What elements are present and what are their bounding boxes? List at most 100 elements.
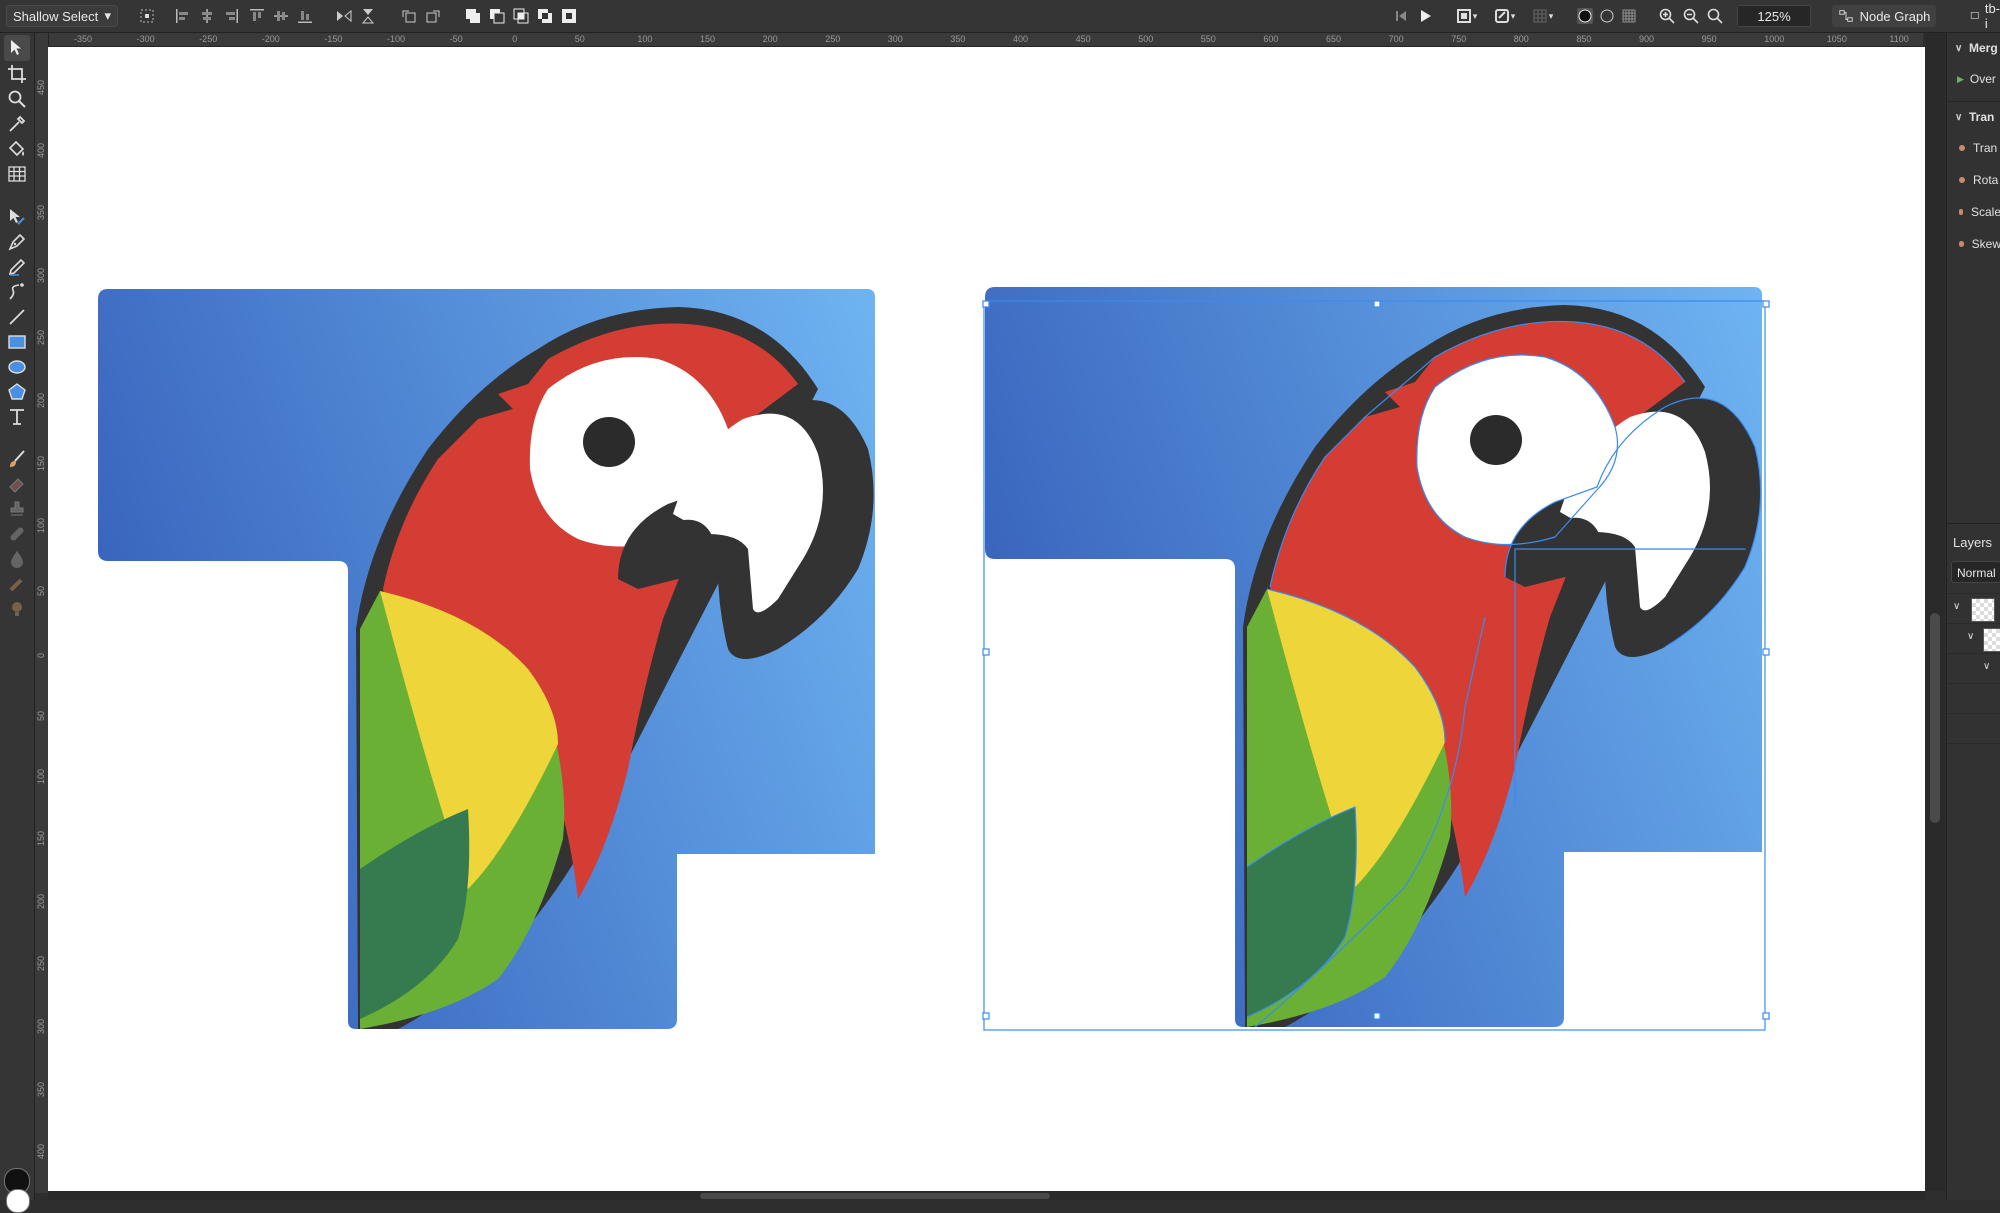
transform-item-skew[interactable]: Skew [1947,229,2000,259]
boolean-intersect-button[interactable] [510,5,532,27]
dodge-brush-tool[interactable] [4,596,30,622]
background-color-swatch[interactable] [6,1189,30,1213]
blur-brush-tool[interactable] [4,546,30,572]
rotate-right-button[interactable] [422,5,444,27]
smudge-brush-tool[interactable] [4,571,30,597]
zoom-tool[interactable] [4,86,30,112]
ruler-tick-label: 800 [1514,35,1529,44]
canvas[interactable] [48,47,1925,1191]
horizontal-ruler: -350-300-250-200-150-100-500501001502002… [48,33,1923,47]
table-tool[interactable] [4,161,30,187]
align-left-button[interactable] [172,5,194,27]
layer-row[interactable]: ∨ [1947,623,2000,654]
pencil-tool[interactable] [4,254,30,280]
ruler-tick-label: 0 [37,653,46,658]
ellipse-tool[interactable] [4,354,30,380]
view-mode-dropdown[interactable]: ▾ [1450,5,1482,27]
horizontal-scrollbar[interactable] [48,1191,1925,1200]
vertical-scrollbar[interactable] [1925,33,1945,1191]
display-pixel-button[interactable] [1618,5,1640,27]
align-bottom-icon [296,7,314,25]
tool-mode-dropdown[interactable]: Shallow Select ▾ [6,5,118,27]
ruler-tick-label: 350 [37,205,46,220]
transform-section-header[interactable]: ∨ Tran [1947,101,2000,132]
node-tool[interactable] [4,204,30,230]
zoom-in-button[interactable] [1656,5,1678,27]
bullet-icon [1959,145,1965,151]
healing-brush-tool[interactable] [4,521,30,547]
eraser-icon [7,474,27,494]
ruler-tick-label: -50 [450,35,463,44]
transform-item-rotate[interactable]: Rota [1947,165,2000,195]
node-arrow-icon [7,207,27,227]
paint-bucket-icon [7,139,27,159]
zoom-out-button[interactable] [1680,5,1702,27]
polygon-tool[interactable] [4,379,30,405]
skip-back-button[interactable] [1390,5,1412,27]
align-right-button[interactable] [220,5,242,27]
ruler-tick-label: 400 [37,143,46,158]
align-top-button[interactable] [246,5,268,27]
vector-brush-tool[interactable] [4,279,30,305]
align-bottom-button[interactable] [294,5,316,27]
rotate-left-icon [400,7,418,25]
parrot-logo-original[interactable] [98,289,875,1029]
table-icon [7,164,27,184]
boolean-subtract-icon [488,7,506,25]
align-center-button[interactable] [196,5,218,27]
flip-vertical-button[interactable] [357,5,379,27]
parrot-logo-selected[interactable] [984,287,1765,1030]
layer-row[interactable] [1947,683,2000,714]
transform-item-scale[interactable]: Scale [1947,197,2000,227]
play-button[interactable] [1414,5,1436,27]
rectangle-tool[interactable] [4,329,30,355]
transform-item-label: Tran [1973,141,1997,155]
layer-row[interactable]: ∨ [1947,653,2000,684]
bullet-icon [1959,177,1965,183]
zoom-fit-button[interactable] [1704,5,1726,27]
node-graph-button[interactable]: Node Graph [1832,5,1936,27]
boolean-subtract-button[interactable] [486,5,508,27]
display-outline-button[interactable] [1596,5,1618,27]
vertical-scroll-thumb[interactable] [1930,613,1940,823]
ruler-tick-label: 100 [37,769,46,784]
boolean-divide-button[interactable] [534,5,556,27]
fill-tool[interactable] [4,136,30,162]
crop-tool[interactable] [4,61,30,87]
line-tool[interactable] [4,304,30,330]
transform-origin-button[interactable] [136,5,158,27]
text-tool[interactable] [4,404,30,430]
display-normal-button[interactable] [1574,5,1596,27]
zoom-level-field[interactable]: 125% [1737,5,1811,27]
clone-brush-tool[interactable] [4,496,30,522]
flip-horizontal-button[interactable] [333,5,355,27]
layer-row[interactable] [1947,743,2000,774]
eyedropper-tool[interactable] [4,111,30,137]
overlay-item[interactable]: ▶ Over [1947,64,2000,94]
ruler-tick-label: 700 [1389,35,1404,44]
ruler-tick-label: -100 [387,35,405,44]
erase-brush-tool[interactable] [4,471,30,497]
magnifier-icon [7,89,27,109]
paint-brush-tool[interactable] [4,446,30,472]
grid-dropdown[interactable]: ▾ [1526,5,1558,27]
ruler-tick-label: 0 [512,35,517,44]
document-tab[interactable]: tb-i [1970,5,2000,27]
blend-mode-dropdown[interactable]: Normal [1951,561,2000,583]
layer-row[interactable] [1947,713,2000,744]
merge-section-header[interactable]: ∨ Merg [1947,33,2000,63]
boolean-divide-icon [536,7,554,25]
eyedropper-icon [7,114,27,134]
move-tool[interactable] [4,35,30,61]
snapping-dropdown[interactable]: ▾ [1488,5,1520,27]
pen-tool[interactable] [4,229,30,255]
pentagon-icon [7,382,27,402]
transform-item-translate[interactable]: Tran [1947,133,2000,163]
align-middle-button[interactable] [270,5,292,27]
horizontal-scroll-thumb[interactable] [700,1193,1050,1199]
rotate-left-button[interactable] [398,5,420,27]
boolean-add-button[interactable] [462,5,484,27]
boolean-xor-button[interactable] [558,5,580,27]
display-normal-icon [1576,7,1594,25]
layer-row[interactable]: ∨ [1947,593,2000,624]
